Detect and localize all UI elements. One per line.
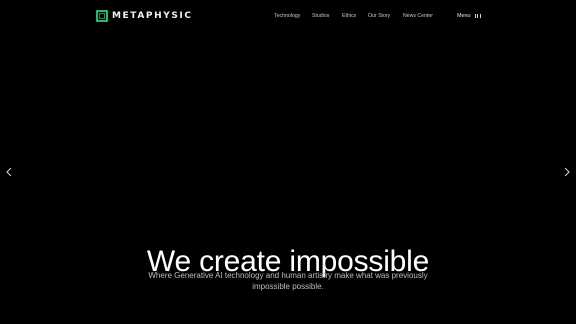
- hero-subtitle: Where Generative AI technology and human…: [148, 271, 428, 291]
- main-nav: Technology Studios Ethics Our Story News…: [0, 11, 576, 21]
- nav-item-ethics[interactable]: Ethics: [342, 11, 356, 21]
- carousel-prev-button[interactable]: [4, 166, 14, 178]
- nav-item-studios[interactable]: Studios: [312, 11, 329, 21]
- nav-item-news-center[interactable]: News Center: [403, 11, 433, 21]
- site-header: METAPHYSIC Technology Studios Ethics Our…: [0, 0, 576, 32]
- chevron-right-icon: [564, 167, 570, 177]
- menu-button[interactable]: Menu: [457, 11, 482, 21]
- nav-item-our-story[interactable]: Our Story: [368, 11, 390, 21]
- carousel-next-button[interactable]: [562, 166, 572, 178]
- three-bars-icon: [474, 13, 483, 19]
- nav-item-technology[interactable]: Technology: [274, 11, 300, 21]
- menu-label: Menu: [457, 13, 471, 19]
- chevron-left-icon: [6, 167, 12, 177]
